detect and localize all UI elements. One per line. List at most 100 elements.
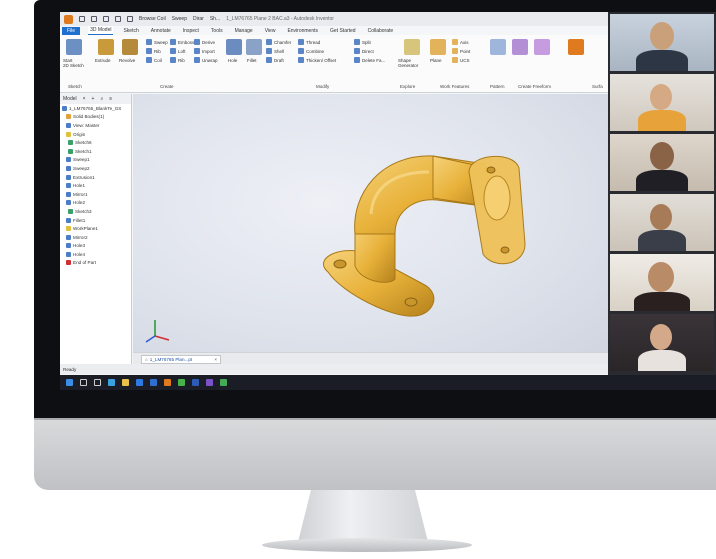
coil-button[interactable]: Coil [146, 57, 162, 63]
hole-icon[interactable] [226, 39, 242, 55]
participant-video-2[interactable] [610, 74, 714, 131]
surface-icon[interactable] [568, 39, 584, 55]
tab-tools[interactable]: Tools [209, 27, 225, 35]
word-icon[interactable] [192, 379, 199, 386]
extrude-icon[interactable] [98, 39, 114, 55]
home-icon[interactable]: ⌂ [145, 357, 148, 362]
browser-tree-item[interactable]: WorkPlane1 [60, 224, 131, 233]
participant-video-5[interactable] [610, 254, 714, 311]
browser-tree-item[interactable]: Extrusion1 [60, 173, 131, 182]
revolve-icon[interactable] [122, 39, 138, 55]
tab-file[interactable]: File [62, 26, 81, 35]
tab-3d-model[interactable]: 3D Model [88, 26, 114, 35]
tab-get-started[interactable]: Get Started [328, 27, 358, 35]
point-button[interactable]: Point [452, 48, 470, 54]
start-icon[interactable] [66, 379, 73, 386]
sweep-button[interactable]: Sweep [146, 39, 168, 45]
fillet-button[interactable]: Fillet [247, 58, 257, 63]
browser-tree-item[interactable]: Sketch6 [60, 138, 131, 147]
thread-button[interactable]: Thread [298, 39, 320, 45]
undo-icon[interactable] [115, 16, 121, 22]
hole-button[interactable]: Hole [228, 58, 237, 63]
loft-button[interactable]: Loft [170, 48, 186, 54]
participant-video-6[interactable] [610, 314, 714, 371]
delete-face-button[interactable]: Delete Fa... [354, 57, 385, 63]
browser-title[interactable]: Model [63, 96, 77, 102]
tab-annotate[interactable]: Annotate [149, 27, 173, 35]
combine-button[interactable]: Combine [298, 48, 324, 54]
new-file-icon[interactable] [79, 16, 85, 22]
rib2-button[interactable]: Rib [170, 57, 185, 63]
browser-tree-item[interactable]: View: Master [60, 121, 131, 130]
quick-access-sh[interactable]: Sh... [210, 16, 220, 22]
pipe-elbow-part[interactable] [133, 94, 608, 364]
browser-tree-item[interactable]: 1_LM76765_BlankTe_GS [60, 104, 131, 113]
browser-tree-item[interactable]: Hole1 [60, 181, 131, 190]
search-icon[interactable] [80, 379, 87, 386]
start-sketch-icon[interactable] [66, 39, 82, 55]
split-button[interactable]: Split [354, 39, 371, 45]
browser-tree-item[interactable]: Mirror2 [60, 233, 131, 242]
extrude-button[interactable]: Extrude [95, 58, 111, 63]
participant-video-4[interactable] [610, 194, 714, 251]
browser-tree-item[interactable]: Sweep1 [60, 156, 131, 165]
draft-button[interactable]: Draft [266, 57, 284, 63]
chamfer-button[interactable]: Chamfer [266, 39, 291, 45]
inventor-logo-icon[interactable] [64, 14, 73, 24]
browser-tree-item[interactable]: End of Part [60, 259, 131, 268]
quick-access-sweep[interactable]: Sweep [172, 16, 187, 22]
emboss-button[interactable]: Emboss [170, 39, 194, 45]
store-icon[interactable] [136, 379, 143, 386]
browser-tree-item[interactable]: Sweep2 [60, 164, 131, 173]
browser-search-icon[interactable]: ⌕ [100, 96, 103, 102]
browser-tree-item[interactable]: Fillet1 [60, 216, 131, 225]
direct-button[interactable]: Direct [354, 48, 374, 54]
mail-icon[interactable] [150, 379, 157, 386]
explorer-icon[interactable] [122, 379, 129, 386]
tab-inspect[interactable]: Inspect [181, 27, 201, 35]
pattern-icon[interactable] [490, 39, 506, 55]
browser-close-icon[interactable]: × [83, 96, 86, 102]
unwrap-button[interactable]: Unwrap [194, 57, 218, 63]
fillet-icon[interactable] [246, 39, 262, 55]
plane-icon[interactable] [430, 39, 446, 55]
redo-icon[interactable] [127, 16, 133, 22]
task-view-icon[interactable] [94, 379, 101, 386]
app-icon[interactable] [220, 379, 227, 386]
browser-add-icon[interactable]: + [92, 96, 95, 102]
browser-tree-item[interactable]: Sketch1 [60, 147, 131, 156]
edge-icon[interactable] [108, 379, 115, 386]
inventor-icon[interactable] [164, 379, 171, 386]
participant-video-3[interactable] [610, 134, 714, 191]
save-icon[interactable] [103, 16, 109, 22]
teams-icon[interactable] [206, 379, 213, 386]
revolve-button[interactable]: Revolve [119, 58, 135, 63]
document-tab-close-icon[interactable]: × [214, 357, 220, 362]
browser-tree-item[interactable]: Hole4 [60, 250, 131, 259]
axis-button[interactable]: Axis [452, 39, 469, 45]
open-file-icon[interactable] [91, 16, 97, 22]
derive-button[interactable]: Derive [194, 39, 215, 45]
browser-tree-item[interactable]: Mirror1 [60, 190, 131, 199]
participant-video-1[interactable] [610, 14, 714, 71]
tab-collaborate[interactable]: Collaborate [366, 27, 396, 35]
start-sketch-button[interactable]: Start 2D Sketch [63, 58, 84, 68]
freeform-sphere-icon[interactable] [534, 39, 550, 55]
browser-tree-item[interactable]: Origin [60, 130, 131, 139]
graphics-viewport[interactable] [133, 94, 608, 364]
tab-environments[interactable]: Environments [285, 27, 320, 35]
shape-generator-button[interactable]: Shape Generator [398, 58, 418, 68]
ucs-button[interactable]: UCS [452, 57, 470, 63]
shape-generator-icon[interactable] [404, 39, 420, 55]
tab-sketch[interactable]: Sketch [121, 27, 140, 35]
browser-tree-item[interactable]: Hole2 [60, 199, 131, 208]
browser-tree-item[interactable]: Sketch3 [60, 207, 131, 216]
rib-button[interactable]: Rib [146, 48, 161, 54]
quick-access-dirar[interactable]: Dirar [193, 16, 204, 22]
browser-tree-item[interactable]: Solid Bodies(1) [60, 113, 131, 122]
chrome-icon[interactable] [178, 379, 185, 386]
thicken-offset-button[interactable]: Thicken/ Offset [298, 57, 336, 63]
shell-button[interactable]: Shell [266, 48, 284, 54]
browser-tree-item[interactable]: Hole3 [60, 242, 131, 251]
import-button[interactable]: Import [194, 48, 215, 54]
